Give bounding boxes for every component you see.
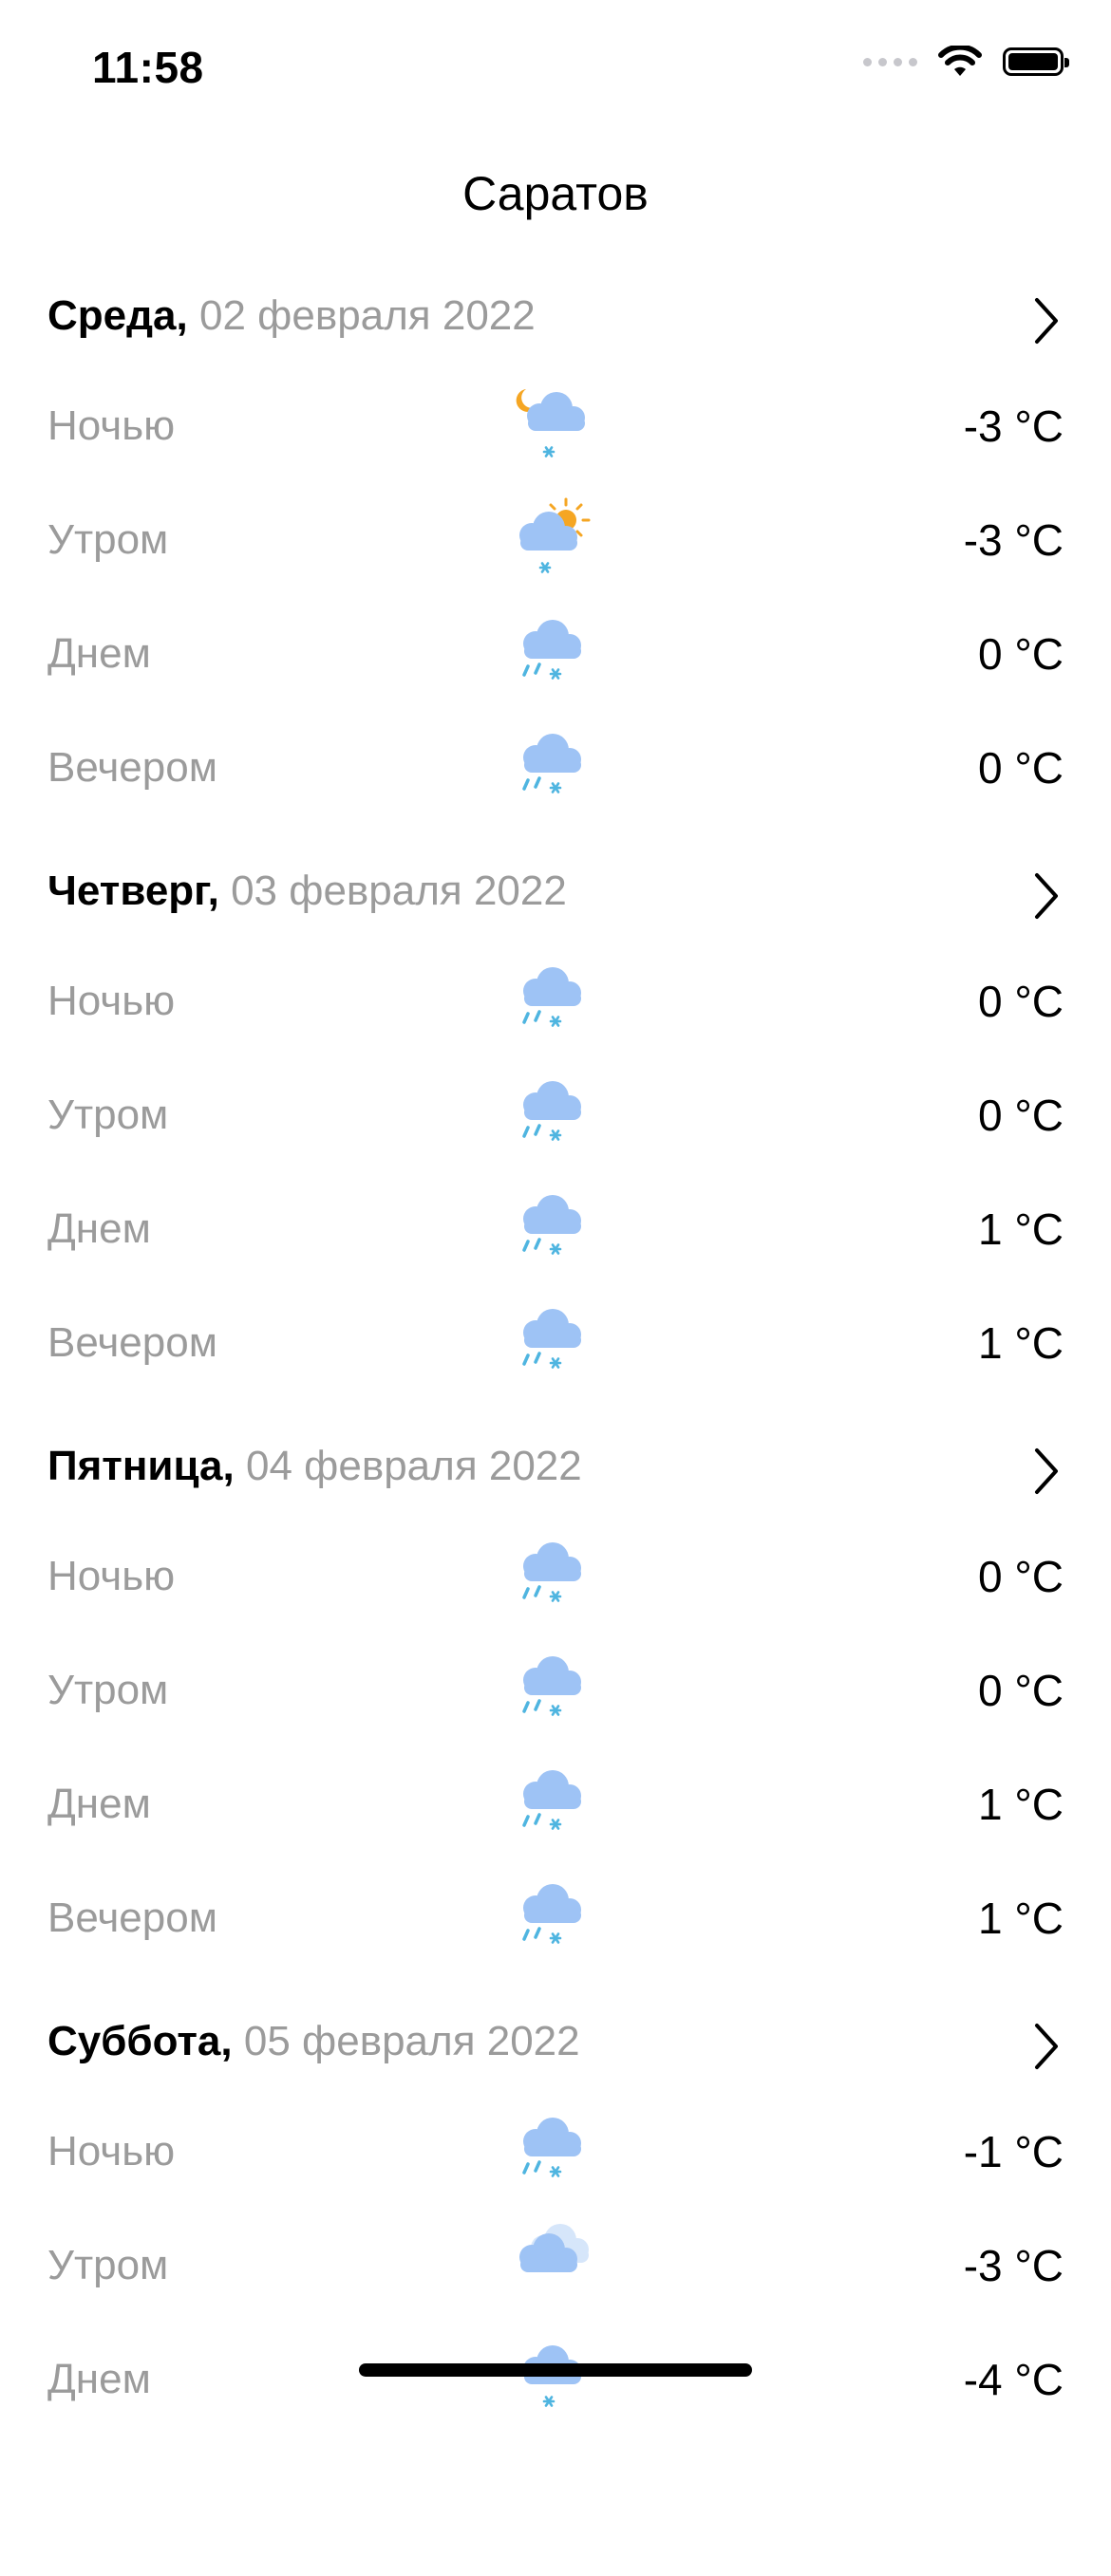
temperature-value: 1 °C — [978, 1780, 1064, 1829]
chevron-right-icon[interactable] — [1027, 294, 1065, 347]
period-label: Днем — [47, 1781, 151, 1827]
day-section: Среда, 02 февраля 2022 Ночью -3 °C Утром -… — [0, 275, 1111, 850]
period-row: Ночью 0 °C — [0, 1517, 1111, 1631]
night-cloud-snow-icon — [516, 389, 585, 457]
overcast-icon — [519, 2224, 589, 2272]
period-label: Утром — [47, 1092, 169, 1138]
cloud-rain-snow-icon — [522, 1195, 581, 1255]
period-label: Вечером — [47, 744, 217, 791]
period-label: Утром — [47, 1667, 169, 1713]
period-row: Утром -3 °C — [0, 480, 1111, 594]
day-date: 04 февраля 2022 — [234, 1443, 582, 1489]
temperature-value: -4 °C — [963, 2355, 1064, 2404]
chevron-right-icon[interactable] — [1027, 869, 1065, 923]
temperature-value: -3 °C — [963, 515, 1064, 565]
cloud-rain-snow-icon — [522, 1309, 581, 1369]
period-label: Ночью — [47, 1553, 176, 1599]
temperature-value: 0 °C — [978, 1091, 1064, 1140]
day-header[interactable]: Четверг, 03 февраля 2022 — [0, 850, 1111, 942]
sun-cloud-snow-icon — [519, 497, 591, 573]
temperature-value: 0 °C — [978, 743, 1064, 793]
period-row: Днем 0 °C — [0, 594, 1111, 708]
cloud-rain-snow-icon — [522, 1884, 581, 1944]
period-label: Днем — [47, 630, 151, 677]
period-label: Днем — [47, 1205, 151, 1252]
temperature-value: 0 °C — [978, 977, 1064, 1026]
temperature-value: 0 °C — [978, 1552, 1064, 1601]
temperature-value: 1 °C — [978, 1204, 1064, 1254]
period-label: Утром — [47, 2242, 169, 2288]
page-title: Саратов — [462, 167, 649, 220]
day-title: Пятница, 04 февраля 2022 — [47, 1443, 582, 1490]
period-row: Утром 0 °C — [0, 1631, 1111, 1745]
period-row: Вечером 1 °C — [0, 1858, 1111, 1972]
cellular-signal-icon — [863, 57, 917, 66]
period-label: Вечером — [47, 1895, 217, 1941]
temperature-value: 1 °C — [978, 1318, 1064, 1368]
period-label: Ночью — [47, 2128, 176, 2175]
temperature-value: -3 °C — [963, 2241, 1064, 2290]
day-header[interactable]: Среда, 02 февраля 2022 — [0, 275, 1111, 366]
period-row: Ночью 0 °C — [0, 942, 1111, 1055]
period-row: Днем 1 °C — [0, 1745, 1111, 1858]
temperature-value: -3 °C — [963, 401, 1064, 451]
day-name: Пятница, — [47, 1443, 235, 1489]
period-row: Ночью -1 °C — [0, 2092, 1111, 2206]
temperature-value: -1 °C — [963, 2127, 1064, 2176]
day-date: 02 февраля 2022 — [187, 292, 536, 339]
cloud-rain-snow-icon — [522, 734, 581, 793]
period-row: Днем 1 °C — [0, 1169, 1111, 1283]
period-label: Ночью — [47, 978, 176, 1024]
period-row: Вечером 0 °C — [0, 708, 1111, 822]
day-header[interactable]: Суббота, 05 февраля 2022 — [0, 2001, 1111, 2092]
period-row: Утром 0 °C — [0, 1055, 1111, 1169]
forecast-list[interactable]: Среда, 02 февраля 2022 Ночью -3 °C Утром -… — [0, 275, 1111, 2576]
status-icons — [863, 46, 1069, 78]
chevron-right-icon[interactable] — [1027, 1445, 1065, 1498]
day-title: Суббота, 05 февраля 2022 — [47, 2018, 580, 2065]
cloud-rain-snow-icon — [522, 967, 581, 1027]
status-time: 11:58 — [92, 43, 204, 92]
period-label: Вечером — [47, 1319, 217, 1366]
day-name: Среда, — [47, 292, 188, 339]
day-header[interactable]: Пятница, 04 февраля 2022 — [0, 1426, 1111, 1517]
cloud-rain-snow-icon — [522, 620, 581, 680]
home-indicator[interactable] — [359, 2363, 752, 2377]
temperature-value: 0 °C — [978, 629, 1064, 679]
day-section: Четверг, 03 февраля 2022 Ночью 0 °C Утром … — [0, 850, 1111, 1426]
cloud-rain-snow-icon — [522, 1656, 581, 1716]
day-name: Четверг, — [47, 868, 219, 914]
chevron-right-icon[interactable] — [1027, 2020, 1065, 2073]
period-row: Ночью -3 °C — [0, 366, 1111, 480]
status-bar: 11:58 — [0, 0, 1111, 133]
period-label: Утром — [47, 516, 169, 563]
day-date: 05 февраля 2022 — [232, 2018, 580, 2064]
day-section: Пятница, 04 февраля 2022 Ночью 0 °C Утром … — [0, 1426, 1111, 2001]
period-row: Вечером 1 °C — [0, 1283, 1111, 1397]
day-date: 03 февраля 2022 — [218, 868, 567, 914]
period-label: Ночью — [47, 402, 176, 449]
day-name: Суббота, — [47, 2018, 233, 2064]
period-row: Днем -4 °C — [0, 2320, 1111, 2434]
day-title: Среда, 02 февраля 2022 — [47, 292, 536, 340]
cloud-rain-snow-icon — [522, 1081, 581, 1141]
period-row: Утром -3 °C — [0, 2206, 1111, 2320]
cloud-rain-snow-icon — [522, 1542, 581, 1602]
period-label: Днем — [47, 2356, 151, 2402]
cloud-rain-snow-icon — [522, 1770, 581, 1830]
day-section: Суббота, 05 февраля 2022 Ночью -1 °C Утром… — [0, 2001, 1111, 2576]
cloud-rain-snow-icon — [522, 2118, 581, 2177]
wifi-icon — [938, 46, 982, 76]
day-title: Четверг, 03 февраля 2022 — [47, 868, 567, 915]
temperature-value: 0 °C — [978, 1666, 1064, 1715]
battery-icon — [1003, 47, 1069, 76]
temperature-value: 1 °C — [978, 1894, 1064, 1943]
